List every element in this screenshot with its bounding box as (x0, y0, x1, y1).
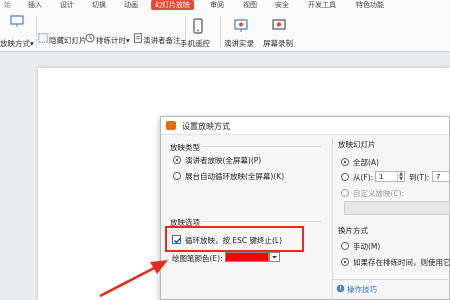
use-timings-radio[interactable] (341, 258, 349, 266)
custom-show-radio[interactable] (341, 189, 349, 197)
tips-link[interactable]: 操作技巧 (347, 284, 377, 295)
manual-advance-radio[interactable] (341, 242, 349, 250)
all-slides-radio[interactable] (341, 158, 349, 166)
group-divider (332, 279, 450, 280)
column-divider (332, 138, 333, 300)
custom-show-label: 自定义放映(C): (353, 189, 405, 198)
from-slide-value: 1 (379, 173, 384, 181)
to-slide-value: 7 (436, 173, 441, 181)
to-slide-input[interactable]: 7 (432, 171, 450, 182)
tips-icon (336, 284, 345, 293)
custom-show-select (344, 201, 450, 215)
slide-range-radio[interactable] (341, 173, 349, 181)
spin-arrows-icon[interactable]: ▲ ▼ (397, 172, 404, 182)
annotation-arrow-icon (99, 260, 168, 298)
slides-group-label: 放映幻灯片 (338, 140, 376, 149)
use-timings-label: 如果存在排练时间，则使用它( (353, 258, 450, 267)
from-slide-input[interactable]: 1 ▲ ▼ (375, 171, 405, 182)
manual-advance-label: 手动(M) (353, 242, 381, 251)
all-slides-label: 全部(A) (353, 158, 379, 167)
advance-group-label: 换片方式 (338, 226, 368, 235)
from-label: 从(F): (353, 173, 374, 182)
to-label: 到(T): (409, 173, 430, 182)
